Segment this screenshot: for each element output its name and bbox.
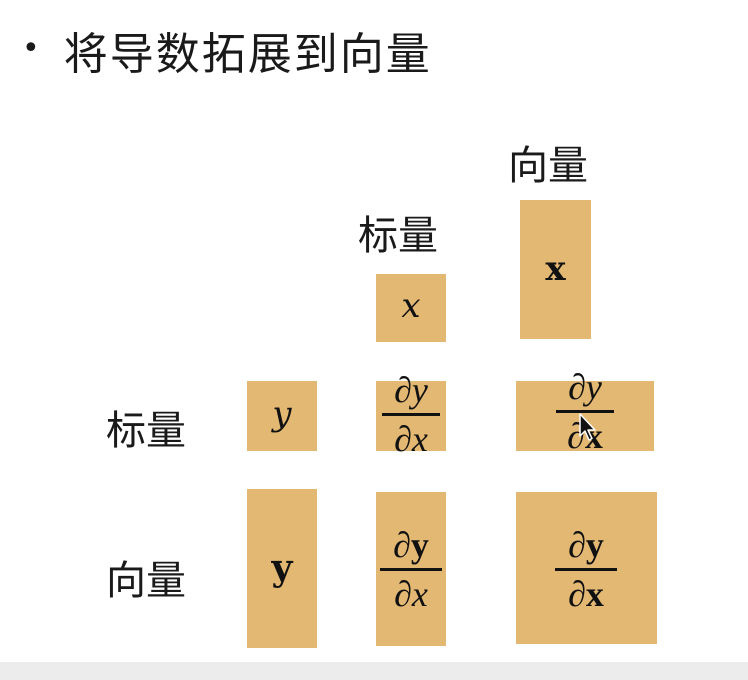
slide-title: • 将导数拓展到向量: [22, 20, 432, 80]
slide-title-text: 将导数拓展到向量: [63, 29, 432, 80]
cell-ss-derivative: ∂y ∂x: [371, 370, 451, 459]
col-label-scalar: 标量: [358, 213, 438, 259]
row-scalar-symbol: y: [272, 394, 292, 434]
bullet-icon: •: [22, 30, 42, 66]
cell-vv-derivative: ∂y ∂x: [541, 525, 631, 614]
cell-vs-derivative: ∂y ∂x: [366, 525, 456, 614]
col-label-vector: 向量: [508, 143, 588, 189]
row-label-vector: 向量: [106, 558, 186, 604]
mouse-cursor-icon: [579, 413, 596, 441]
bottom-bar: [0, 662, 748, 680]
row-vector-symbol: y: [271, 547, 293, 589]
col-vector-symbol: x: [545, 249, 566, 289]
row-label-scalar: 标量: [106, 408, 186, 454]
col-scalar-symbol: x: [401, 286, 421, 326]
